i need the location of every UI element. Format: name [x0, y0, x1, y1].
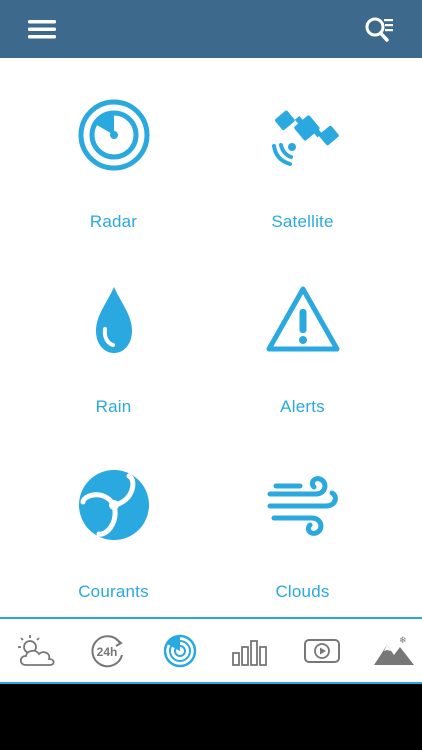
bottom-tab-bar: 24h ❄ [0, 617, 422, 684]
satellite-icon [272, 110, 339, 166]
feature-grid: Radar Satellite Rain Alerts Courants Clo… [0, 58, 422, 618]
radar-icon [78, 99, 150, 171]
sun-cloud-icon[interactable] [14, 633, 58, 669]
alerts-label: Alerts [280, 397, 325, 416]
warning-triangle-icon [266, 286, 340, 352]
hamburger-menu-icon[interactable] [22, 9, 62, 49]
courants-label: Courants [78, 582, 149, 601]
courants-tile[interactable]: Courants [8, 428, 219, 613]
currents-icon [79, 470, 149, 540]
radar-tile[interactable]: Radar [8, 58, 219, 243]
app-screen: Radar Satellite Rain Alerts Courants Clo… [0, 0, 422, 684]
bar-chart-icon[interactable] [229, 633, 273, 669]
wind-icon [267, 476, 338, 536]
rain-tile[interactable]: Rain [8, 243, 219, 428]
svg-text:❄: ❄ [399, 636, 407, 646]
clouds-tile[interactable]: Clouds [197, 428, 408, 613]
search-list-icon[interactable] [358, 9, 398, 49]
video-play-icon[interactable] [300, 633, 344, 669]
radar-label: Radar [89, 212, 138, 231]
radar-tab-icon[interactable] [158, 633, 202, 669]
alerts-tile[interactable]: Alerts [197, 243, 408, 428]
tab-24h-text: 24h [97, 645, 118, 659]
24h-forecast-icon[interactable]: 24h [86, 633, 130, 669]
bottom-black-area [0, 684, 422, 750]
top-bar [0, 0, 422, 58]
satellite-label: Satellite [271, 212, 334, 231]
raindrop-icon [96, 287, 132, 353]
clouds-label: Clouds [275, 582, 330, 601]
rain-label: Rain [95, 397, 132, 416]
mountain-snow-icon[interactable]: ❄ [372, 633, 416, 669]
satellite-tile[interactable]: Satellite [197, 58, 408, 243]
